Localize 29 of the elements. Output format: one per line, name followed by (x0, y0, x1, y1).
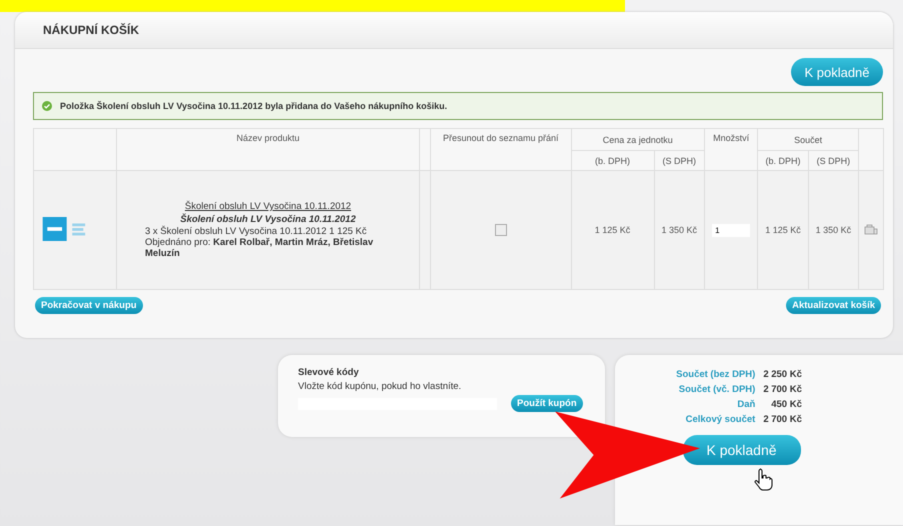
table-cell: 1 125 Kč (571, 170, 654, 290)
product-detail: 3 x Školení obsluh LV Vysočina 10.11.2012 1 125 Kč (144, 226, 368, 237)
column-header: Cena za jednotku (571, 128, 704, 150)
checkout-button[interactable]: K pokladně (791, 58, 883, 86)
message-text: Položka Školení obsluh LV Vysočina 10.11.2012 byla přidana do Vašeho nákupního košiku. (60, 101, 448, 111)
table-cell: 1 125 Kč (758, 170, 808, 290)
panel-title: NÁKUPNÍ KOŠÍK (43, 23, 140, 37)
table-cell: 1 350 Kč (808, 170, 859, 290)
total-value: 2 250 Kč (763, 369, 802, 380)
product-title: Školení obsluh LV Vysočina 10.11.2012 (179, 214, 357, 225)
coupon-title: Slevové kódy (298, 367, 360, 378)
total-label: Součet (bez DPH) (676, 369, 756, 380)
total-value: 2 700 Kč (763, 384, 802, 395)
ordered-for-text: Objednáno pro: Karel Rolbař, Martin Mráz, Břetislav Meluzín (144, 237, 374, 259)
checkout-button[interactable]: K pokladně (682, 435, 800, 465)
total-label: Daň (736, 399, 756, 410)
update-cart-button[interactable]: Aktualizovat košík (786, 297, 881, 314)
product-link[interactable]: Školení obsluh LV Vysočina 10.11.2012 (118, 201, 418, 212)
apply-coupon-button[interactable]: Použít kupón (511, 395, 583, 412)
total-value: 2 700 Kč (763, 414, 802, 425)
column-header: Název produktu (116, 128, 420, 170)
column-header: Součet (758, 128, 859, 150)
continue-shopping-button[interactable]: Pokračovat v nákupu (35, 297, 143, 314)
total-label: Celkový součet (684, 414, 756, 425)
total-label: Součet (vč. DPH) (678, 384, 756, 395)
quantity-field[interactable]: 1 (712, 224, 750, 236)
total-value: 450 Kč (770, 399, 802, 410)
table-cell: 1 350 Kč (654, 170, 704, 290)
coupon-hint: Vložte kód kupónu, pokud ho vlastníte. (298, 381, 462, 392)
